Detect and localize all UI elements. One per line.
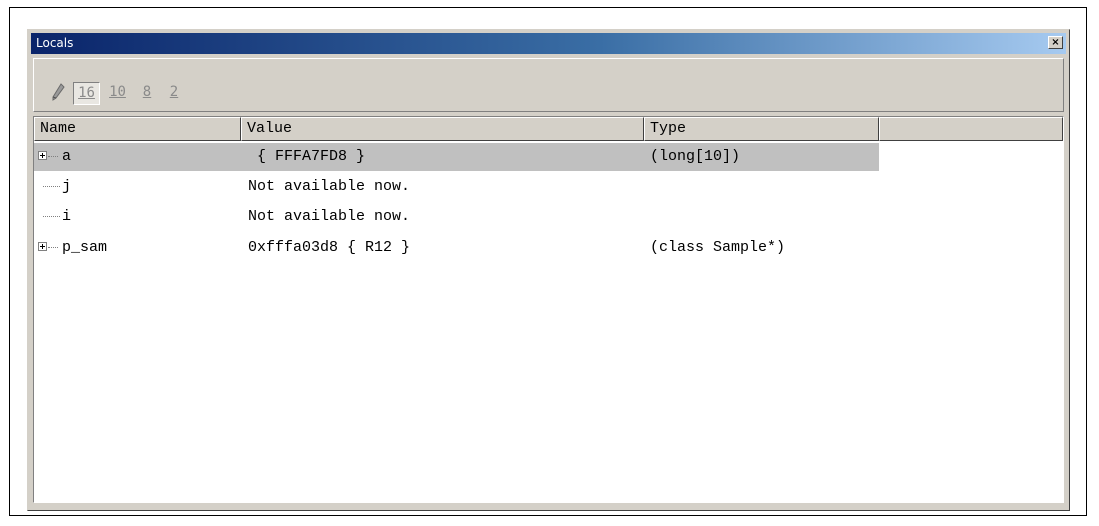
column-header-empty [879,117,1063,141]
tree-connector [48,156,58,157]
locals-grid: Name Value Type a { FFFA7FD8 } (long[10]… [33,116,1064,503]
locals-window: Locals × 16 10 8 2 Name Value Type a { F… [27,29,1070,511]
tree-connector [43,186,60,187]
table-row[interactable]: j Not available now. [34,171,1063,199]
tree-connector [48,247,58,248]
row-selection-highlight [34,143,879,171]
window-title: Locals [36,36,74,50]
toolbar: 16 10 8 2 [31,56,1066,114]
radix-2-label: 2 [169,84,179,100]
column-header-value[interactable]: Value [241,117,644,141]
title-bar[interactable]: Locals × [31,33,1066,54]
cell-value: Not available now. [248,178,411,195]
radix-10-label: 10 [109,84,126,100]
radix-2-button[interactable]: 2 [162,82,186,105]
tree-connector [43,216,60,217]
cell-type: (class Sample*) [650,239,786,256]
radix-16-button[interactable]: 16 [73,82,100,105]
cell-name: p_sam [62,239,108,256]
cell-type: (long[10]) [650,148,741,165]
grid-header: Name Value Type [34,117,1063,141]
radix-10-button[interactable]: 10 [104,82,131,105]
cell-value: Not available now. [248,208,411,225]
table-row[interactable]: a { FFFA7FD8 } (long[10]) [34,141,1063,171]
column-header-type[interactable]: Type [644,117,879,141]
expand-icon[interactable] [38,151,47,160]
cell-value: { FFFA7FD8 } [257,148,366,165]
table-row[interactable]: i Not available now. [34,201,1063,229]
table-row[interactable]: p_sam 0xfffa03d8 { R12 } (class Sample*) [34,232,1063,260]
expand-icon[interactable] [38,242,47,251]
radix-8-button[interactable]: 8 [135,82,159,105]
cell-name: j [62,178,72,195]
cell-value: 0xfffa03d8 { R12 } [248,239,411,256]
close-button[interactable]: × [1048,36,1063,49]
radix-8-label: 8 [142,84,152,100]
cell-name: a [62,148,72,165]
cell-name: i [62,208,72,225]
toolbar-panel [33,58,1064,112]
column-header-name[interactable]: Name [34,117,241,141]
radix-16-label: 16 [78,85,95,101]
pencil-icon[interactable] [48,82,68,105]
